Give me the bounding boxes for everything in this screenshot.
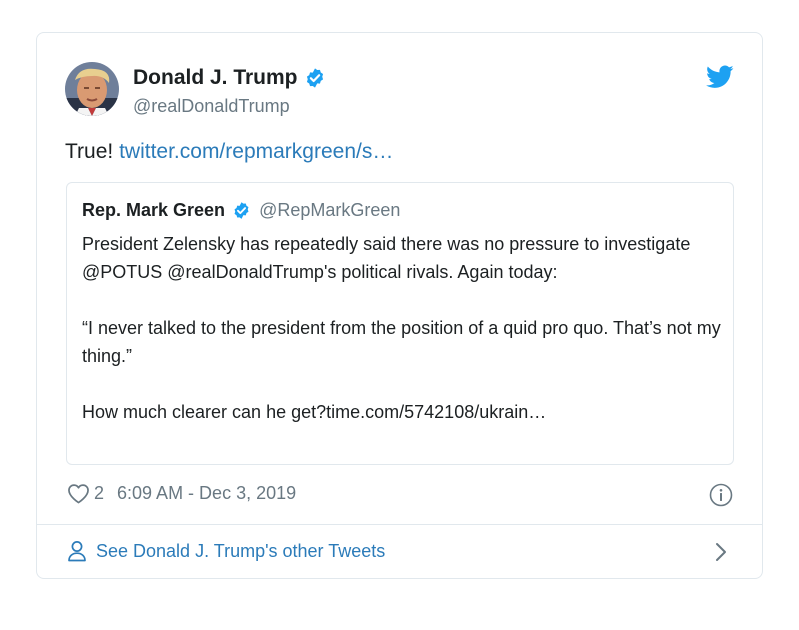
quoted-tweet-body: President Zelensky has repeatedly said t… xyxy=(82,230,722,426)
author-name-text[interactable]: Donald J. Trump xyxy=(133,66,298,90)
other-tweets-link[interactable]: See Donald J. Trump's other Tweets xyxy=(67,540,385,562)
quoted-tweet-header: Rep. Mark Green @RepMarkGreen xyxy=(82,200,400,221)
heart-icon[interactable] xyxy=(67,483,90,504)
tweet-meta: 2 6:09 AM - Dec 3, 2019 xyxy=(67,483,296,504)
quoted-tweet[interactable]: Rep. Mark Green @RepMarkGreen President … xyxy=(66,182,734,465)
tweet-text: True! twitter.com/repmarkgreen/s… xyxy=(65,140,393,164)
avatar[interactable] xyxy=(65,62,119,116)
chevron-right-icon[interactable] xyxy=(714,542,728,562)
verified-badge-icon xyxy=(306,68,323,88)
divider xyxy=(37,524,762,525)
tweet-text-body: True! xyxy=(65,140,114,163)
quoted-paragraph-2: “I never talked to the president from th… xyxy=(82,318,721,366)
twitter-bird-icon[interactable] xyxy=(706,65,734,89)
other-tweets-label[interactable]: See Donald J. Trump's other Tweets xyxy=(96,541,385,562)
quoted-paragraph-3: How much clearer can he get?time.com/574… xyxy=(82,402,547,422)
person-icon xyxy=(68,541,86,562)
embedded-tweet-card: Donald J. Trump @realDonaldTrump True! t… xyxy=(36,32,763,579)
quoted-author-handle[interactable]: @RepMarkGreen xyxy=(259,200,400,221)
author-handle[interactable]: @realDonaldTrump xyxy=(133,96,290,117)
like-count[interactable]: 2 xyxy=(94,483,104,504)
tweet-timestamp[interactable]: 6:09 AM - Dec 3, 2019 xyxy=(117,483,296,504)
verified-badge-icon xyxy=(234,202,249,219)
quoted-paragraph-1: President Zelensky has repeatedly said t… xyxy=(82,234,691,282)
author-name[interactable]: Donald J. Trump xyxy=(133,66,326,90)
quoted-author-name[interactable]: Rep. Mark Green xyxy=(82,200,225,221)
tweet-link[interactable]: twitter.com/repmarkgreen/s… xyxy=(119,140,393,163)
info-icon[interactable] xyxy=(709,483,733,507)
